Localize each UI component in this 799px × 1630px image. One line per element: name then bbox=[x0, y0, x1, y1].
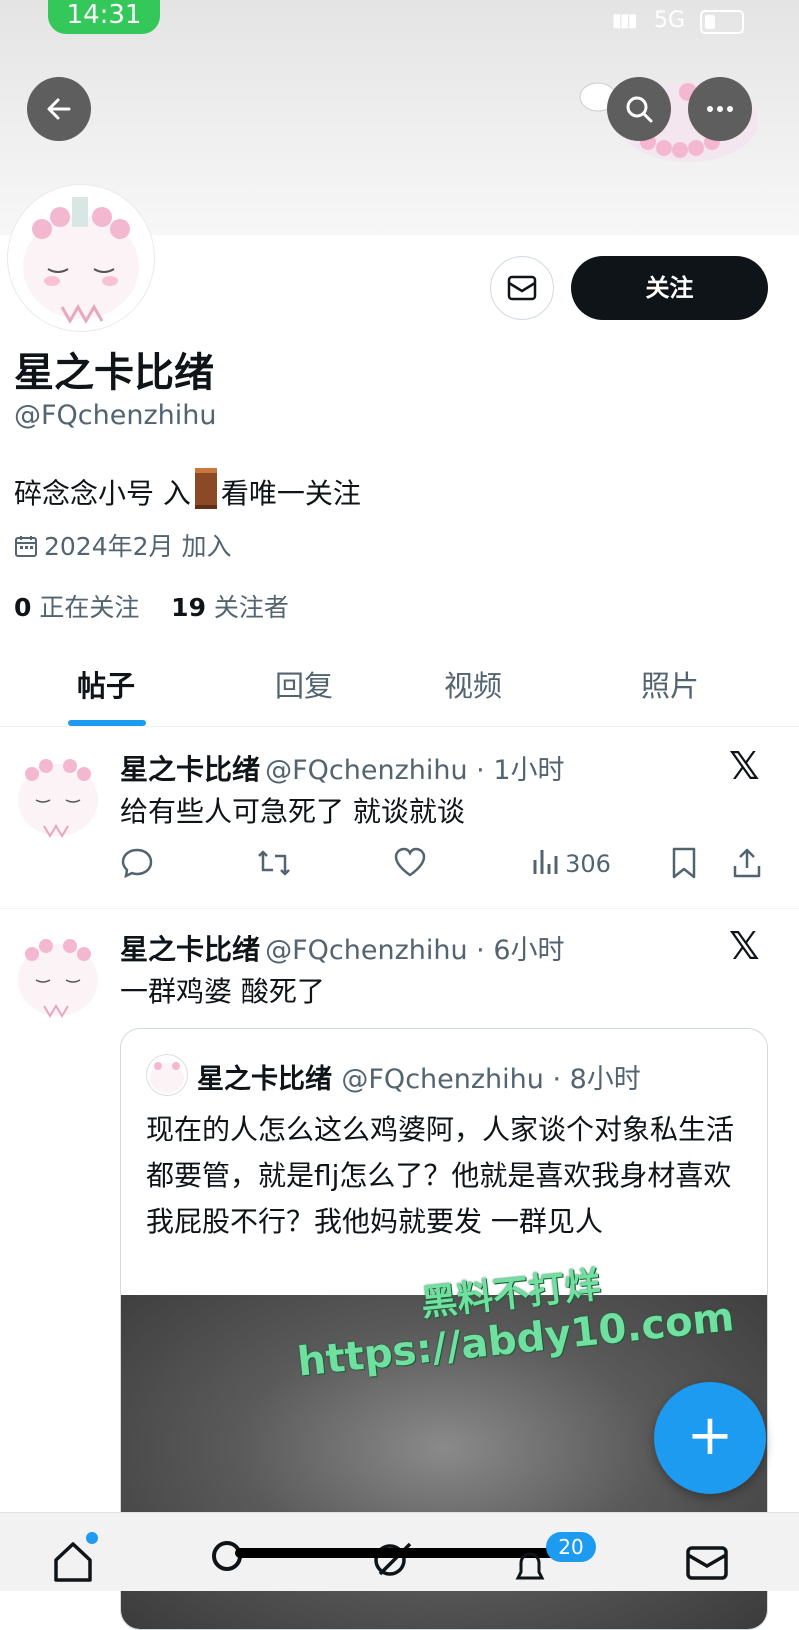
network-type: 5G bbox=[654, 8, 686, 33]
profile-avatar[interactable] bbox=[8, 185, 154, 331]
following-count: 0 bbox=[14, 593, 32, 622]
views-count[interactable]: 306 bbox=[532, 846, 611, 878]
quoted-post-author: 星之卡比绪 bbox=[197, 1064, 332, 1095]
status-time: 14:31 bbox=[48, 0, 160, 34]
quoted-post-handle-time: @FQchenzhihu · 8小时 bbox=[341, 1064, 641, 1095]
x-logo-icon: 𝕏 bbox=[729, 744, 760, 788]
door-emoji-icon bbox=[194, 468, 217, 509]
x-logo-icon: 𝕏 bbox=[729, 924, 760, 968]
tab-videos[interactable]: 视频 bbox=[444, 663, 502, 705]
quoted-post-text: 现在的人怎么这么鸡婆阿，人家谈个对象私生活都要管，就是flj怎么了？他就是喜欢我… bbox=[146, 1113, 735, 1238]
notifications-badge: 20 bbox=[546, 1532, 596, 1562]
back-button[interactable] bbox=[27, 77, 91, 141]
signal-icon: ▮▮▮ bbox=[612, 10, 638, 31]
views-label: 306 bbox=[565, 850, 611, 878]
divider bbox=[0, 908, 799, 909]
notifications-bell-icon[interactable] bbox=[510, 1548, 550, 1588]
post-header: 星之卡比绪 @FQchenzhihu · 6小时 bbox=[120, 928, 565, 968]
profile-name: 星之卡比绪 bbox=[14, 350, 214, 396]
bio-text-end: 看唯一关注 bbox=[220, 477, 361, 510]
follow-button[interactable]: 关注 bbox=[571, 256, 768, 320]
home-notification-dot bbox=[86, 1532, 98, 1544]
search-button[interactable] bbox=[607, 77, 671, 141]
tab-photos[interactable]: 照片 bbox=[641, 663, 699, 705]
quoted-post-header: 星之卡比绪 @FQchenzhihu · 8小时 bbox=[197, 1057, 641, 1096]
tab-posts[interactable]: 帖子 bbox=[77, 663, 135, 705]
followers-count: 19 bbox=[171, 593, 206, 622]
post-author-name[interactable]: 星之卡比绪 bbox=[120, 753, 260, 786]
calendar-icon bbox=[15, 536, 37, 557]
post-handle-time: @FQchenzhihu · 1小时 bbox=[265, 755, 565, 786]
post-header: 星之卡比绪 @FQchenzhihu · 1小时 bbox=[120, 748, 565, 788]
join-date-text: 2024年2月 加入 bbox=[44, 532, 232, 561]
profile-bio: 碎念念小号 入看唯一关注 bbox=[14, 468, 361, 512]
followers-link[interactable]: 19 关注者 bbox=[171, 593, 289, 622]
share-icon[interactable] bbox=[732, 846, 762, 880]
message-button[interactable] bbox=[490, 256, 554, 320]
profile-handle: @FQchenzhihu bbox=[14, 400, 217, 431]
home-icon[interactable] bbox=[50, 1538, 96, 1584]
following-link[interactable]: 0 正在关注 bbox=[14, 593, 139, 622]
followers-label: 关注者 bbox=[213, 593, 289, 622]
plus-icon: + bbox=[686, 1403, 734, 1468]
join-date: 2024年2月 加入 bbox=[14, 527, 231, 563]
post-avatar[interactable] bbox=[12, 748, 104, 840]
post-author-name[interactable]: 星之卡比绪 bbox=[120, 933, 260, 966]
more-dots-icon bbox=[707, 106, 733, 112]
follow-stats: 0 正在关注 19 关注者 bbox=[14, 588, 289, 624]
bio-text-start: 碎念念小号 入 bbox=[14, 477, 191, 510]
search-nav-icon[interactable] bbox=[205, 1538, 251, 1584]
grok-icon[interactable] bbox=[370, 1538, 416, 1584]
divider bbox=[0, 726, 799, 727]
quoted-post-avatar bbox=[146, 1054, 188, 1096]
messages-envelope-icon[interactable] bbox=[684, 1540, 730, 1586]
reply-icon[interactable] bbox=[120, 846, 154, 880]
post-handle-time: @FQchenzhihu · 6小时 bbox=[265, 935, 565, 966]
bookmark-icon[interactable] bbox=[670, 846, 698, 880]
battery-level bbox=[705, 15, 715, 29]
more-button[interactable] bbox=[688, 77, 752, 141]
search-icon bbox=[626, 96, 653, 123]
tab-replies[interactable]: 回复 bbox=[275, 663, 333, 705]
envelope-icon bbox=[507, 275, 537, 301]
post-text: 给有些人可急死了 就谈就谈 bbox=[120, 795, 465, 828]
compose-post-button[interactable]: + bbox=[654, 1382, 766, 1494]
post-text: 一群鸡婆 酸死了 bbox=[120, 975, 325, 1008]
post-avatar[interactable] bbox=[12, 928, 104, 1020]
arrow-left-icon bbox=[47, 98, 71, 120]
repost-icon[interactable] bbox=[255, 846, 293, 880]
views-chart-icon bbox=[533, 850, 558, 874]
like-heart-icon[interactable] bbox=[393, 846, 427, 880]
following-label: 正在关注 bbox=[39, 593, 140, 622]
